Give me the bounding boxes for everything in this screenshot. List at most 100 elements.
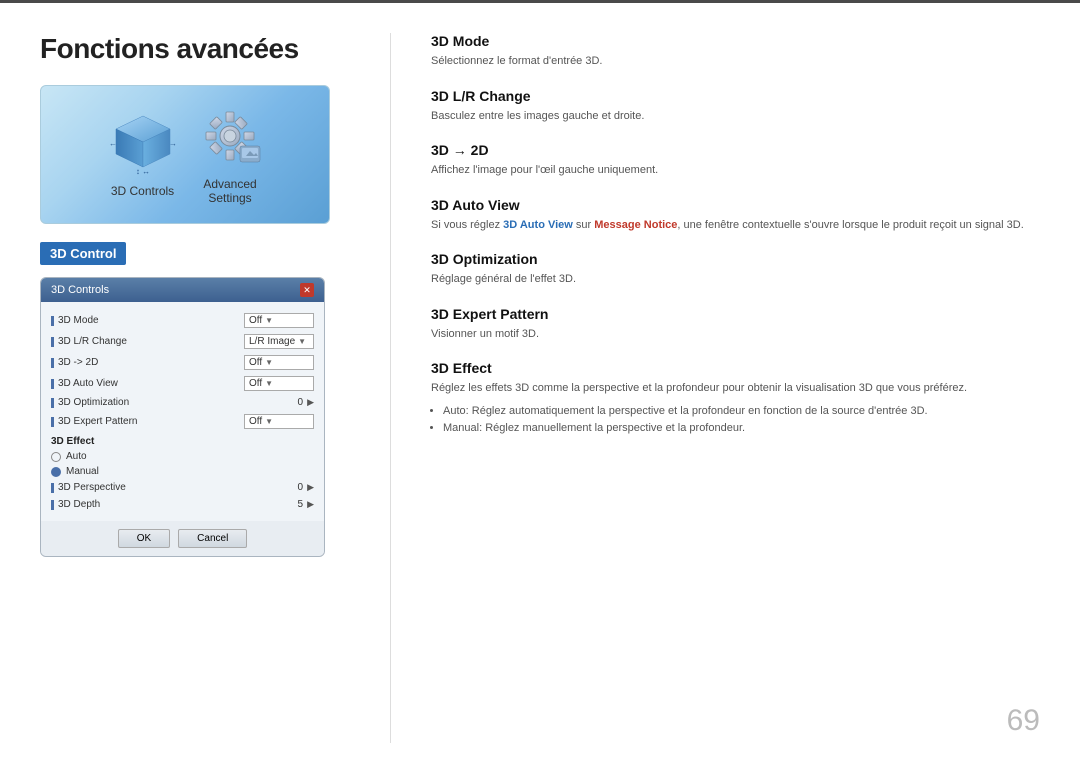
stepper-optimization: 0 ▶ [298, 397, 314, 408]
dialog-section-3d-effect: 3D Effect [51, 432, 314, 449]
stepper-depth: 5 ▶ [298, 499, 314, 510]
radio-auto-circle[interactable] [51, 452, 61, 462]
content-area: Fonctions avancées [0, 3, 1080, 763]
chevron-down-icon: ▼ [265, 417, 273, 426]
section-text-3d-2d: Affichez l'image pour l'œil gauche uniqu… [431, 162, 1040, 179]
row-label-depth: 3D Depth [58, 499, 100, 510]
vertical-divider [390, 33, 391, 743]
section-text-auto-view: Si vous réglez 3D Auto View sur Message … [431, 217, 1040, 234]
select-expert-pattern[interactable]: Off ▼ [244, 414, 314, 429]
dialog-body: 3D Mode Off ▼ 3D L/R Change [41, 302, 324, 521]
page-number: 69 [1007, 704, 1040, 738]
radio-manual[interactable]: Manual [51, 464, 314, 479]
row-indicator [51, 500, 54, 510]
gear-icon [198, 104, 263, 169]
row-indicator [51, 483, 54, 493]
stepper-right-arrow[interactable]: ▶ [307, 397, 314, 408]
row-label-perspective: 3D Perspective [58, 482, 126, 493]
radio-manual-label: Manual [66, 466, 99, 477]
bullet-item-auto: Auto: Réglez automatiquement la perspect… [443, 403, 1040, 421]
section-title-3d-effect: 3D Effect [431, 360, 1040, 376]
icon-item-3d-controls[interactable]: ↕ ↔ ← → 3D Controls [108, 111, 178, 198]
stepper-right-icon[interactable]: ▶ [307, 482, 314, 493]
dialog-row-depth: 3D Depth 5 ▶ [51, 496, 314, 513]
section-expert-pattern: 3D Expert Pattern Visionner un motif 3D. [431, 306, 1040, 343]
section-title-3d-2d: 3D → 2D [431, 142, 1040, 158]
highlight-manual: Manual [443, 422, 479, 434]
section-title-auto-view: 3D Auto View [431, 197, 1040, 213]
row-indicator [51, 316, 54, 326]
section-3d-effect: 3D Effect Réglez les effets 3D comme la … [431, 360, 1040, 438]
section-title-optimization: 3D Optimization [431, 251, 1040, 267]
page-title: Fonctions avancées [40, 33, 330, 65]
page-container: Fonctions avancées [0, 0, 1080, 763]
select-3d-2d[interactable]: Off ▼ [244, 355, 314, 370]
icon-grid: ↕ ↔ ← → 3D Controls [40, 85, 330, 224]
3d-cube-icon: ↕ ↔ ← → [108, 111, 178, 176]
row-indicator [51, 417, 54, 427]
section-text-3d-mode: Sélectionnez le format d'entrée 3D. [431, 53, 1040, 70]
right-column: 3D Mode Sélectionnez le format d'entrée … [421, 33, 1040, 743]
dialog-row-perspective: 3D Perspective 0 ▶ [51, 479, 314, 496]
highlight-auto: Auto [443, 405, 466, 417]
row-label-auto-view: 3D Auto View [58, 378, 118, 389]
left-column: Fonctions avancées [40, 33, 360, 743]
select-3d-mode[interactable]: Off ▼ [244, 313, 314, 328]
section-title-expert-pattern: 3D Expert Pattern [431, 306, 1040, 322]
row-label-3d-2d: 3D -> 2D [58, 357, 98, 368]
section-3d-2d: 3D → 2D Affichez l'image pour l'œil gauc… [431, 142, 1040, 179]
chevron-down-icon: ▼ [298, 337, 306, 346]
section-text-expert-pattern: Visionner un motif 3D. [431, 326, 1040, 343]
stepper-depth-value: 5 [298, 499, 304, 510]
section-label-3d-control: 3D Control [40, 242, 126, 265]
dialog-title: 3D Controls [51, 284, 109, 296]
select-lr-change[interactable]: L/R Image ▼ [244, 334, 314, 349]
dialog-titlebar: 3D Controls ✕ [41, 278, 324, 302]
radio-manual-circle[interactable] [51, 467, 61, 477]
dialog-close-button[interactable]: ✕ [300, 283, 314, 297]
section-text-optimization: Réglage général de l'effet 3D. [431, 271, 1040, 288]
row-label-lr-change: 3D L/R Change [58, 336, 127, 347]
row-indicator [51, 398, 54, 408]
dialog-row-expert-pattern: 3D Expert Pattern Off ▼ [51, 411, 314, 432]
cancel-button[interactable]: Cancel [178, 529, 247, 548]
highlight-message-notice: Message Notice [594, 219, 677, 231]
stepper-perspective-value: 0 [298, 482, 304, 493]
row-label-3d-mode: 3D Mode [58, 315, 99, 326]
svg-text:→: → [169, 139, 177, 148]
dialog-box-3d-controls: 3D Controls ✕ 3D Mode Off ▼ [40, 277, 325, 557]
dialog-buttons: OK Cancel [41, 521, 324, 556]
row-indicator [51, 337, 54, 347]
row-label-optimization: 3D Optimization [58, 397, 129, 408]
dialog-row-3d-mode: 3D Mode Off ▼ [51, 310, 314, 331]
icon-item-advanced-settings[interactable]: Advanced Settings [198, 104, 263, 205]
row-indicator [51, 358, 54, 368]
chevron-down-icon: ▼ [265, 358, 273, 367]
radio-auto[interactable]: Auto [51, 449, 314, 464]
highlight-auto-view: 3D Auto View [503, 219, 573, 231]
dialog-row-optimization: 3D Optimization 0 ▶ [51, 394, 314, 411]
dialog-row-lr-change: 3D L/R Change L/R Image ▼ [51, 331, 314, 352]
svg-text:↕ ↔: ↕ ↔ [135, 167, 149, 176]
ok-button[interactable]: OK [118, 529, 170, 548]
row-label-expert-pattern: 3D Expert Pattern [58, 416, 137, 427]
section-text-3d-effect: Réglez les effets 3D comme la perspectiv… [431, 380, 1040, 397]
section-text-lr-change: Basculez entre les images gauche et droi… [431, 108, 1040, 125]
stepper-value: 0 [298, 397, 304, 408]
section-lr-change: 3D L/R Change Basculez entre les images … [431, 88, 1040, 125]
radio-auto-label: Auto [66, 451, 87, 462]
icon-label-3d-controls: 3D Controls [111, 184, 174, 198]
stepper-right-icon[interactable]: ▶ [307, 499, 314, 510]
row-indicator [51, 379, 54, 389]
dialog-row-3d-2d: 3D -> 2D Off ▼ [51, 352, 314, 373]
select-auto-view[interactable]: Off ▼ [244, 376, 314, 391]
chevron-down-icon: ▼ [265, 379, 273, 388]
icon-label-advanced-settings: Advanced Settings [203, 177, 256, 205]
section-optimization: 3D Optimization Réglage général de l'eff… [431, 251, 1040, 288]
svg-text:←: ← [109, 139, 117, 148]
section-title-lr-change: 3D L/R Change [431, 88, 1040, 104]
chevron-down-icon: ▼ [265, 316, 273, 325]
section-title-3d-mode: 3D Mode [431, 33, 1040, 49]
bullet-item-manual: Manual: Réglez manuellement la perspecti… [443, 420, 1040, 438]
stepper-perspective: 0 ▶ [298, 482, 314, 493]
